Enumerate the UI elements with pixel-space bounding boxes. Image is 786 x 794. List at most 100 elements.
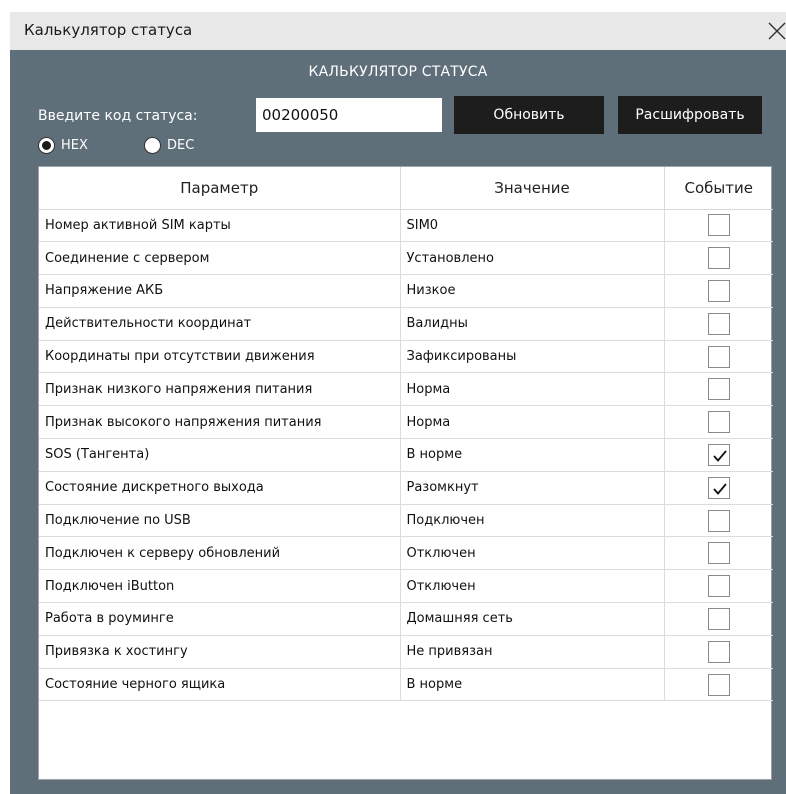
event-checkbox[interactable] [707,312,730,335]
parameter-cell: Координаты при отсутствии движения [39,340,401,374]
close-icon [768,22,786,40]
parameter-cell: Соединение с сервером [39,241,401,276]
table-row[interactable]: Номер активной SIM карты SIM0 [39,209,773,243]
event-checkbox[interactable] [707,476,730,499]
radio-dec-label: DEC [167,137,195,153]
parameter-cell: Действительности координат [39,307,401,341]
event-checkbox[interactable] [707,411,730,434]
header-event[interactable]: Событие [664,167,773,210]
event-checkbox[interactable] [707,509,730,532]
table-row[interactable]: Соединение с сервером Установлено [39,241,773,276]
event-checkbox[interactable] [707,607,730,630]
parameter-cell: Состояние черного ящика [39,668,401,702]
parameter-cell: Привязка к хостингу [39,635,401,669]
table-row[interactable]: Действительности координат Валидны [39,307,773,341]
checkmark-icon [713,450,727,462]
table-row[interactable]: Состояние дискретного выхода Разомкнут [39,471,773,505]
parameter-cell: SOS (Тангента) [39,438,401,472]
table-row[interactable]: SOS (Тангента) В норме [39,438,773,472]
status-code-label: Введите код статуса: [38,108,198,124]
event-checkbox[interactable] [707,542,730,565]
event-cell [664,602,773,636]
value-cell: Отключен [400,569,665,604]
value-cell: Валидны [400,307,665,341]
status-code-input[interactable] [256,98,442,132]
radio-hex-dot [42,140,51,150]
value-cell: Зафиксированы [400,340,665,374]
event-cell [664,635,773,669]
radio-dec[interactable]: DEC [144,135,194,155]
value-cell: Норма [400,405,665,440]
value-cell: Норма [400,372,665,407]
status-table-container: Параметр Значение Событие Номер активной… [38,166,773,780]
table-row[interactable]: Признак низкого напряжения питания Норма [39,372,773,407]
event-cell [664,668,773,702]
event-checkbox[interactable] [707,345,730,368]
header-parameter[interactable]: Параметр [39,167,401,210]
table-row[interactable]: Напряжение АКБ Низкое [39,274,773,308]
event-cell [664,536,773,571]
status-table: Параметр Значение Событие Номер активной… [39,167,773,702]
event-cell [664,241,773,276]
table-row[interactable]: Подключен к серверу обновлений Отключен [39,536,773,571]
event-cell [664,209,773,243]
calculator-window: Калькулятор статуса КАЛЬКУЛЯТОР СТАТУСА … [10,12,786,794]
parameter-cell: Признак высокого напряжения питания [39,405,401,440]
value-cell: Низкое [400,274,665,308]
event-cell [664,372,773,407]
radio-hex[interactable]: HEX [38,135,88,155]
event-cell [664,569,773,604]
parameter-cell: Номер активной SIM карты [39,209,401,243]
event-cell [664,438,773,472]
event-cell [664,274,773,308]
value-cell: Подключен [400,504,665,538]
event-checkbox[interactable] [707,640,730,663]
table-header-row: Параметр Значение Событие [39,167,773,210]
event-checkbox[interactable] [707,279,730,302]
table-row[interactable]: Состояние черного ящика В норме [39,668,773,702]
page-heading: КАЛЬКУЛЯТОР СТАТУСА [308,64,488,80]
value-cell: Домашняя сеть [400,602,665,636]
header-value[interactable]: Значение [400,167,665,210]
value-cell: В норме [400,668,665,702]
parameter-cell: Подключен iButton [39,569,401,604]
window-title: Калькулятор статуса [24,21,193,39]
value-cell: Установлено [400,241,665,276]
event-checkbox[interactable] [707,214,730,237]
value-cell: SIM0 [400,209,665,243]
radio-dec-circle[interactable] [144,136,161,154]
close-button[interactable] [760,16,786,46]
event-checkbox[interactable] [707,378,730,401]
event-cell [664,504,773,538]
parameter-cell: Признак низкого напряжения питания [39,372,401,407]
table-row[interactable]: Координаты при отсутствии движения Зафикс… [39,340,773,374]
event-checkbox[interactable] [707,443,730,466]
event-cell [664,307,773,341]
event-cell [664,471,773,505]
parameter-cell: Работа в роуминге [39,602,401,636]
event-checkbox[interactable] [707,247,730,270]
event-cell [664,405,773,440]
value-cell: Разомкнут [400,471,665,505]
parameter-cell: Подключен к серверу обновлений [39,536,401,571]
table-row[interactable]: Подключен iButton Отключен [39,569,773,604]
event-cell [664,340,773,374]
value-cell: Отключен [400,536,665,571]
radio-hex-label: HEX [61,137,88,153]
decode-button[interactable]: Расшифровать [618,96,762,134]
value-cell: В норме [400,438,665,472]
parameter-cell: Подключение по USB [39,504,401,538]
table-body: Номер активной SIM карты SIM0 Соединение с… [39,209,773,702]
table-row[interactable]: Работа в роуминге Домашняя сеть [39,602,773,636]
table-row[interactable]: Привязка к хостингу Не привязан [39,635,773,669]
title-bar: Калькулятор статуса [10,12,786,50]
event-checkbox[interactable] [707,575,730,598]
parameter-cell: Напряжение АКБ [39,274,401,308]
table-row[interactable]: Признак высокого напряжения питания Норма [39,405,773,440]
update-button[interactable]: Обновить [454,96,604,134]
parameter-cell: Состояние дискретного выхода [39,471,401,505]
table-row[interactable]: Подключение по USB Подключен [39,504,773,538]
checkmark-icon [713,483,727,495]
radio-hex-circle[interactable] [38,136,55,154]
event-checkbox[interactable] [707,673,730,696]
